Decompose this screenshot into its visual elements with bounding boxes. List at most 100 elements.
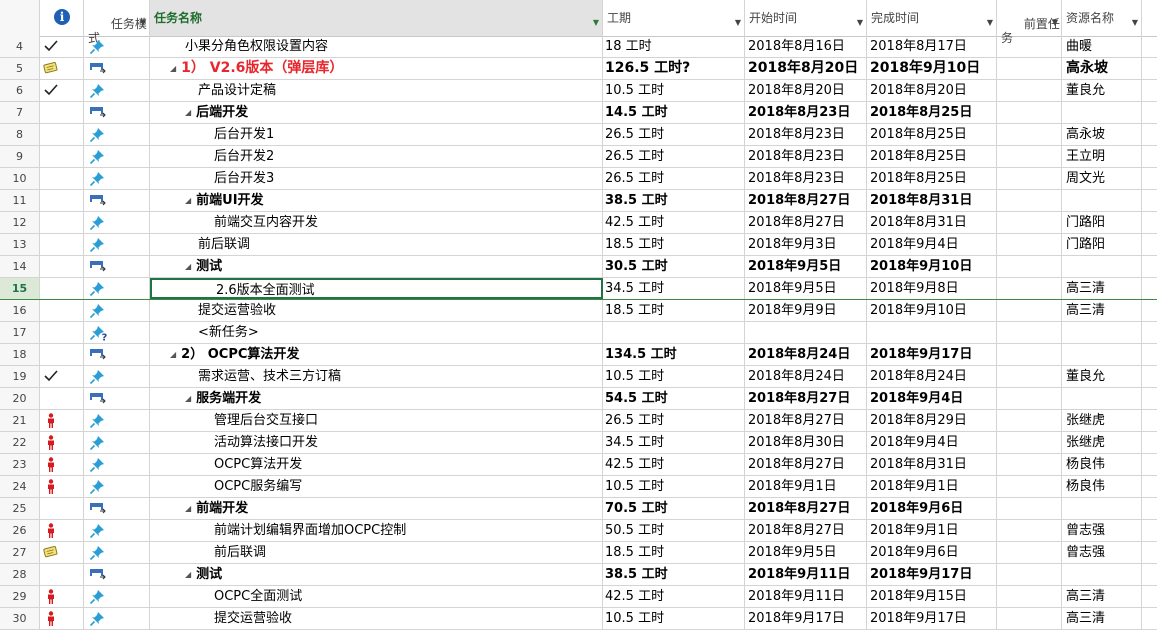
task-mode-cell[interactable] [84,520,150,541]
chevron-down-icon[interactable]: ▼ [735,16,741,30]
duration-cell[interactable]: 42.5 工时 [603,212,745,233]
start-cell[interactable]: 2018年9月9日 [745,300,867,321]
resource-cell[interactable]: 王立明 [1062,146,1142,167]
predecessors-cell[interactable] [997,212,1062,233]
duration-cell[interactable]: 26.5 工时 [603,124,745,145]
predecessors-cell[interactable] [997,322,1062,343]
start-cell[interactable]: 2018年8月27日 [745,454,867,475]
predecessors-cell[interactable] [997,80,1062,101]
finish-cell[interactable]: 2018年9月4日 [867,432,997,453]
duration-cell[interactable]: 18 工时 [603,36,745,57]
table-row[interactable]: 28 ◢ 测试 38.5 工时 2018年9月11日 2018年9月17日 [0,564,1157,586]
task-mode-cell[interactable] [84,564,150,585]
duration-cell[interactable]: 50.5 工时 [603,520,745,541]
task-mode-cell[interactable] [84,410,150,431]
table-row[interactable]: 29 OCPC全面测试 42.5 工时 2018年9月11日 2018年9月15日 高三清 [0,586,1157,608]
finish-cell[interactable]: 2018年9月10日 [867,300,997,321]
predecessors-cell[interactable] [997,586,1062,607]
indicators-cell[interactable] [40,256,84,277]
indicators-cell[interactable] [40,366,84,387]
chevron-down-icon[interactable]: ▼ [1052,16,1058,30]
duration-cell[interactable]: 42.5 工时 [603,454,745,475]
task-name-cell[interactable]: 需求运营、技术三方订稿 [150,366,603,387]
row-id[interactable]: 20 [0,388,40,409]
indicators-cell[interactable] [40,410,84,431]
table-row[interactable]: 12 前端交互内容开发 42.5 工时 2018年8月27日 2018年8月31日 门路阳 [0,212,1157,234]
task-name-cell[interactable]: 后台开发1 [150,124,603,145]
resource-overallocated-icon[interactable] [46,589,56,607]
task-mode-cell[interactable] [84,388,150,409]
task-name-cell[interactable]: 提交运营验收 [150,608,603,629]
table-row[interactable]: 13 前后联调 18.5 工时 2018年9月3日 2018年9月4日 门路阳 [0,234,1157,256]
row-id[interactable]: 9 [0,146,40,167]
predecessors-cell[interactable] [997,190,1062,211]
table-row[interactable]: 5 ◢ 1） V2.6版本（弹层库） 126.5 工时? 2018年8月20日 2018年… [0,58,1157,80]
duration-cell[interactable]: 26.5 工时 [603,168,745,189]
indicators-cell[interactable] [40,586,84,607]
task-mode-cell[interactable] [84,278,150,299]
task-mode-cell[interactable] [84,454,150,475]
table-row[interactable]: 9 后台开发2 26.5 工时 2018年8月23日 2018年8月25日 王立明 [0,146,1157,168]
resource-overallocated-icon[interactable] [46,611,56,629]
table-row[interactable]: 14 ◢ 测试 30.5 工时 2018年9月5日 2018年9月10日 [0,256,1157,278]
indicators-cell[interactable] [40,300,84,321]
indicators-cell[interactable] [40,146,84,167]
duration-cell[interactable]: 18.5 工时 [603,542,745,563]
collapse-triangle-icon[interactable]: ◢ [185,564,191,585]
resource-overallocated-icon[interactable] [46,413,56,431]
finish-cell[interactable]: 2018年8月20日 [867,80,997,101]
row-id[interactable]: 14 [0,256,40,277]
resource-overallocated-icon[interactable] [46,479,56,497]
predecessors-cell[interactable] [997,146,1062,167]
indicators-cell[interactable] [40,542,84,563]
indicators-cell[interactable] [40,124,84,145]
start-cell[interactable]: 2018年9月11日 [745,564,867,585]
duration-cell[interactable]: 10.5 工时 [603,608,745,629]
resource-cell[interactable] [1062,344,1142,365]
task-mode-cell[interactable] [84,366,150,387]
row-id[interactable]: 5 [0,58,40,79]
task-mode-cell[interactable] [84,586,150,607]
finish-cell[interactable]: 2018年8月25日 [867,102,997,123]
row-id[interactable]: 13 [0,234,40,255]
indicators-cell[interactable] [40,322,84,343]
predecessors-cell[interactable] [997,476,1062,497]
row-id[interactable]: 26 [0,520,40,541]
resource-overallocated-icon[interactable] [46,435,56,453]
table-row[interactable]: 17? <新任务> [0,322,1157,344]
resource-cell[interactable] [1062,388,1142,409]
table-row[interactable]: 6 产品设计定稿 10.5 工时 2018年8月20日 2018年8月20日 董良允 [0,80,1157,102]
table-row[interactable]: 10 后台开发3 26.5 工时 2018年8月23日 2018年8月25日 周文光 [0,168,1157,190]
resource-cell[interactable] [1062,102,1142,123]
indicators-cell[interactable] [40,58,84,79]
row-id[interactable]: 28 [0,564,40,585]
finish-cell[interactable]: 2018年8月31日 [867,190,997,211]
finish-cell[interactable]: 2018年8月31日 [867,212,997,233]
duration-cell[interactable]: 26.5 工时 [603,146,745,167]
finish-cell[interactable]: 2018年9月17日 [867,564,997,585]
resource-cell[interactable] [1062,322,1142,343]
indicators-cell[interactable] [40,234,84,255]
finish-cell[interactable]: 2018年9月1日 [867,476,997,497]
indicators-cell[interactable] [40,36,84,57]
finish-cell[interactable]: 2018年8月25日 [867,124,997,145]
predecessors-cell[interactable] [997,58,1062,79]
task-name-cell[interactable]: OCPC算法开发 [150,454,603,475]
start-cell[interactable]: 2018年8月27日 [745,388,867,409]
finish-cell[interactable]: 2018年9月1日 [867,520,997,541]
task-mode-cell[interactable] [84,36,150,57]
resource-cell[interactable]: 董良允 [1062,366,1142,387]
resource-cell[interactable]: 曾志强 [1062,542,1142,563]
start-cell[interactable]: 2018年8月27日 [745,212,867,233]
start-cell[interactable]: 2018年8月27日 [745,190,867,211]
row-id[interactable]: 12 [0,212,40,233]
table-row[interactable]: 23 OCPC算法开发 42.5 工时 2018年8月27日 2018年8月31日 杨良伟 [0,454,1157,476]
duration-cell[interactable]: 134.5 工时 [603,344,745,365]
predecessors-cell[interactable] [997,36,1062,57]
indicators-cell[interactable] [40,388,84,409]
note-icon[interactable] [43,545,59,563]
row-id[interactable]: 16 [0,300,40,321]
task-name-cell[interactable]: 前后联调 [150,542,603,563]
row-id[interactable]: 29 [0,586,40,607]
row-id[interactable]: 11 [0,190,40,211]
